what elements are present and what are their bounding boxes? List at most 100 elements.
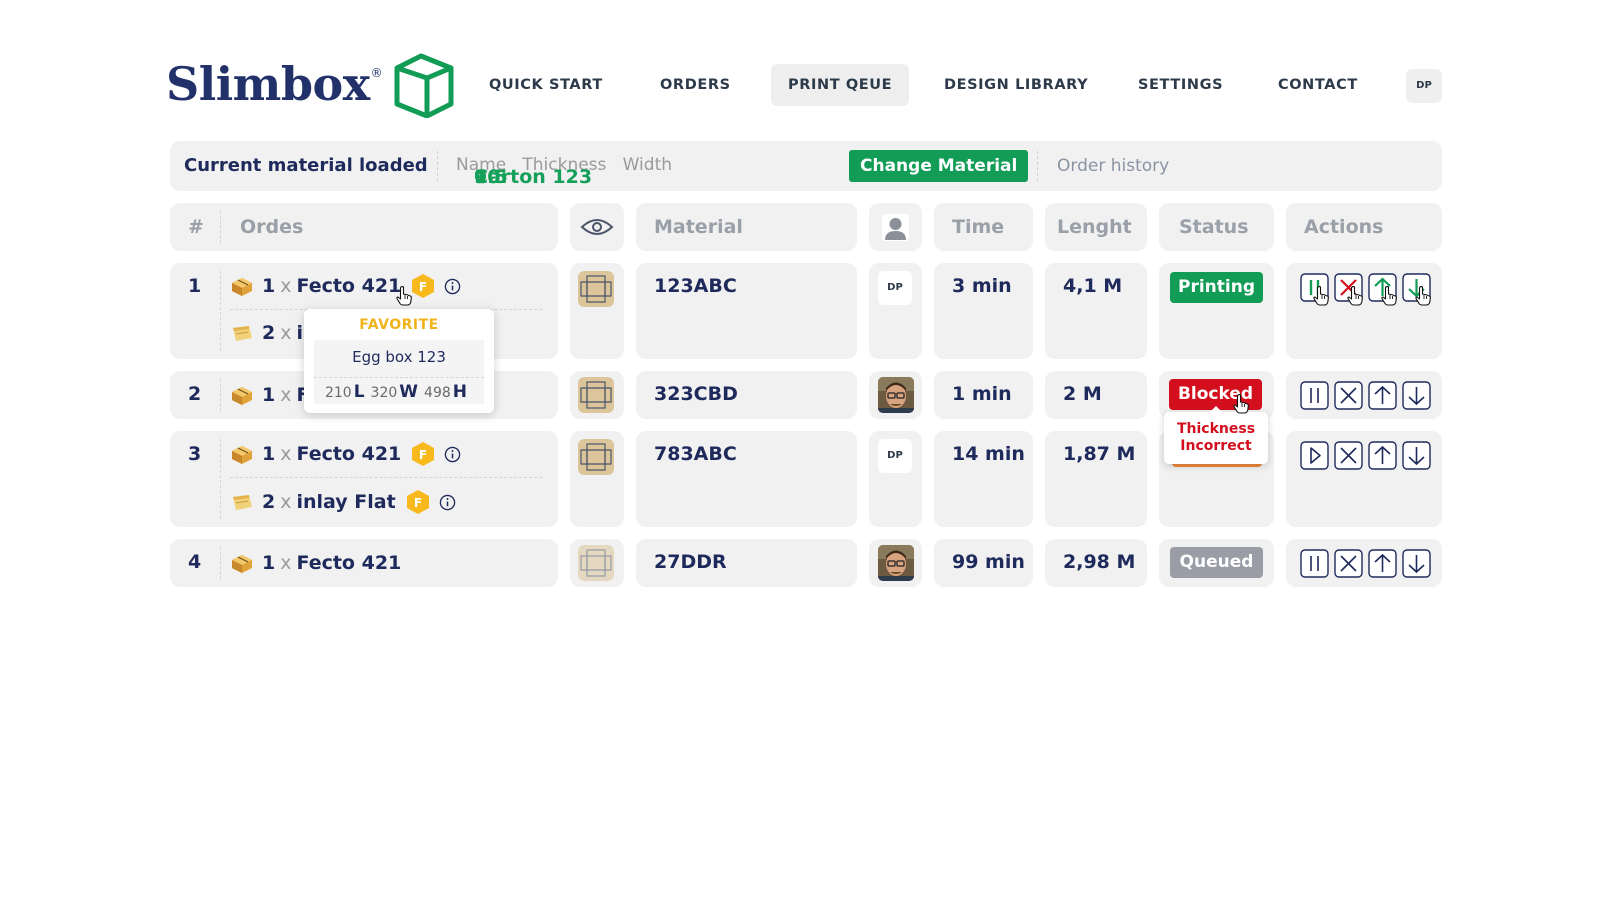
nav-settings[interactable]: SETTINGS — [1138, 64, 1223, 106]
row-1-status-cell: Printing — [1159, 263, 1274, 359]
row-4-time-cell: 99 min — [934, 539, 1033, 587]
tooltip-line-1: Thickness — [1176, 421, 1256, 437]
user-avatar[interactable]: DP — [1406, 69, 1442, 103]
divider — [220, 547, 221, 579]
box-design-thumbnail[interactable] — [578, 545, 614, 581]
status-tooltip: Thickness Incorrect — [1164, 406, 1268, 464]
cursor-hand-icon — [396, 286, 412, 306]
time-value: 14 min — [952, 443, 1025, 465]
box-icon — [230, 275, 254, 297]
divider — [1037, 151, 1038, 181]
row-4-status-cell: Queued — [1159, 539, 1274, 587]
nav-design-library[interactable]: DESIGN LIBRARY — [944, 64, 1088, 106]
info-icon[interactable] — [439, 494, 456, 511]
cursor-hand-icon — [1347, 286, 1363, 306]
material-info: Name Carton 123 Thickness 1.5 Width 90 — [456, 141, 672, 189]
row-3-orders-cell: 3 1 x Fecto 421 2 x inlay Flat — [170, 431, 558, 527]
user-avatar-photo — [878, 545, 914, 581]
logo[interactable]: Slimbox ® — [166, 52, 455, 118]
order-history-link[interactable]: Order history — [1057, 141, 1169, 191]
close-icon[interactable] — [1334, 549, 1363, 578]
nav-contact[interactable]: CONTACT — [1278, 64, 1358, 106]
nav-orders[interactable]: ORDERS — [660, 64, 731, 106]
divider — [220, 379, 221, 411]
arrow-down-icon[interactable] — [1402, 441, 1431, 470]
dimension-height-value: 498 — [424, 385, 451, 401]
pause-icon[interactable] — [1300, 549, 1329, 578]
logo-box-icon — [394, 53, 454, 118]
arrow-up-icon[interactable] — [1368, 441, 1397, 470]
row-4-user-cell — [869, 539, 922, 587]
header-actions: Actions — [1304, 216, 1384, 238]
info-icon[interactable] — [444, 278, 461, 295]
box-design-thumbnail[interactable] — [578, 439, 614, 475]
status-badge[interactable]: Queued — [1170, 547, 1263, 578]
order-line[interactable]: 1 x Fecto 421 — [230, 273, 461, 299]
row-3-preview-cell[interactable] — [570, 431, 624, 527]
order-qty: 2 — [262, 322, 276, 344]
current-material-title: Current material loaded — [184, 155, 428, 176]
row-actions — [1300, 381, 1431, 410]
divider — [220, 439, 221, 519]
favorite-icon[interactable] — [411, 441, 435, 467]
order-line[interactable]: 1 x Fecto 421 — [230, 441, 461, 467]
order-times: x — [280, 552, 292, 574]
popover-design-box: Egg box 123 210 L 320 W 498 H — [314, 340, 484, 404]
close-icon[interactable] — [1334, 381, 1363, 410]
order-line[interactable]: 2 x ir — [230, 320, 312, 346]
order-line[interactable]: 1 x Fecto 421 — [230, 550, 401, 576]
material-width-value: 90 — [474, 166, 501, 188]
row-2-length-cell: 2 M — [1045, 371, 1147, 419]
pause-icon[interactable] — [1300, 381, 1329, 410]
row-1-preview-cell[interactable] — [570, 263, 624, 359]
row-4-preview-cell[interactable] — [570, 539, 624, 587]
arrow-up-icon[interactable] — [1368, 549, 1397, 578]
box-icon — [230, 443, 254, 465]
favorite-icon[interactable] — [411, 273, 435, 299]
row-1-material-cell: 123ABC — [636, 263, 857, 359]
favorite-icon[interactable] — [406, 489, 430, 515]
nav-quick-start[interactable]: QUICK START — [489, 64, 603, 106]
tooltip-line-2: Incorrect — [1180, 438, 1252, 454]
row-4-material-cell: 27DDR — [636, 539, 857, 587]
box-design-thumbnail[interactable] — [578, 271, 614, 307]
change-material-button[interactable]: Change Material — [849, 150, 1029, 182]
cursor-hand-icon — [1233, 394, 1249, 414]
order-line[interactable]: 2 x inlay Flat — [230, 489, 456, 515]
info-icon[interactable] — [444, 446, 461, 463]
nav-print-queue[interactable]: PRINT QEUE — [771, 64, 910, 106]
arrow-down-icon[interactable] — [1402, 549, 1431, 578]
row-2-time-cell: 1 min — [934, 371, 1033, 419]
design-dimensions: 210 L 320 W 498 H — [314, 377, 484, 402]
material-code: 783ABC — [654, 443, 737, 465]
close-icon[interactable] — [1334, 441, 1363, 470]
row-4-orders-cell: 4 1 x Fecto 421 — [170, 539, 558, 587]
divider — [437, 151, 438, 181]
arrow-up-icon[interactable] — [1368, 381, 1397, 410]
row-actions — [1300, 441, 1431, 470]
header-material: Material — [654, 216, 743, 238]
arrow-down-icon[interactable] — [1402, 381, 1431, 410]
box-design-thumbnail[interactable] — [578, 377, 614, 413]
row-3-time-cell: 14 min — [934, 431, 1033, 527]
play-icon[interactable] — [1300, 441, 1329, 470]
time-value: 99 min — [952, 551, 1025, 573]
order-name: inlay Flat — [296, 491, 396, 513]
header-orders: Ordes — [240, 216, 304, 238]
header-num: # — [188, 216, 204, 238]
order-times: x — [280, 322, 292, 344]
row-2-preview-cell[interactable] — [570, 371, 624, 419]
order-qty: 1 — [262, 443, 276, 465]
length-value: 2 M — [1063, 383, 1102, 405]
favorite-popover: FAVORITE Egg box 123 210 L 320 W 498 H — [304, 309, 494, 413]
header-preview-cell — [570, 203, 624, 251]
order-qty: 1 — [262, 275, 276, 297]
status-badge[interactable]: Printing — [1170, 272, 1263, 303]
row-3-material-cell: 783ABC — [636, 431, 857, 527]
row-1-time-cell: 3 min — [934, 263, 1033, 359]
row-3-user-cell: DP — [869, 431, 922, 527]
header-status-cell: Status — [1159, 203, 1274, 251]
material-code: 323CBD — [654, 383, 738, 405]
design-name: Egg box 123 — [352, 348, 446, 366]
time-value: 3 min — [952, 275, 1012, 297]
